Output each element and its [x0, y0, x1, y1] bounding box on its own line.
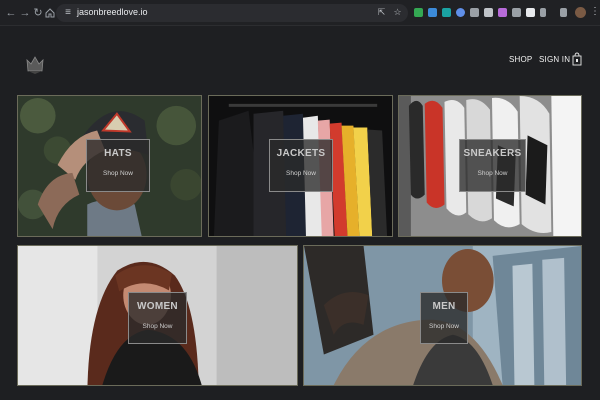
category-overlay: SNEAKERS Shop Now	[459, 139, 526, 192]
sidebar-icon[interactable]	[540, 8, 546, 17]
shop-now-link[interactable]: Shop Now	[129, 323, 186, 330]
nav-shop-link[interactable]: SHOP	[509, 55, 532, 64]
more-menu-icon[interactable]: ⋮	[590, 5, 600, 19]
shop-now-link[interactable]: Shop Now	[421, 323, 467, 330]
bookmark-star-icon[interactable]: ☆	[392, 7, 403, 18]
extension-icon[interactable]	[414, 8, 423, 17]
browser-toolbar: ← → ↻ ≡ jasonbreedlove.io ⇱ ☆ ⋮	[0, 0, 600, 26]
address-url[interactable]: jasonbreedlove.io	[77, 7, 148, 17]
extension-icon[interactable]	[498, 8, 507, 17]
category-title: JACKETS	[276, 148, 326, 159]
category-tile-jackets[interactable]: JACKETS Shop Now	[208, 95, 393, 237]
extension-icon[interactable]	[526, 8, 535, 17]
forward-icon[interactable]: →	[18, 6, 32, 20]
category-title: MEN	[432, 301, 456, 312]
shop-now-link[interactable]: Shop Now	[270, 170, 332, 177]
share-icon[interactable]: ⇱	[376, 7, 387, 18]
category-overlay: HATS Shop Now	[86, 139, 150, 192]
category-tile-women[interactable]: WOMEN Shop Now	[17, 245, 298, 386]
address-bar[interactable]: ≡ jasonbreedlove.io ⇱ ☆	[56, 4, 408, 22]
category-overlay: MEN Shop Now	[420, 292, 468, 344]
category-title: SNEAKERS	[463, 148, 522, 159]
back-icon[interactable]: ←	[4, 6, 18, 20]
extension-icon[interactable]	[428, 8, 437, 17]
category-title: WOMEN	[137, 301, 178, 312]
category-overlay: WOMEN Shop Now	[128, 292, 187, 344]
category-overlay: JACKETS Shop Now	[269, 139, 333, 192]
nav-sign-in-link[interactable]: SIGN IN	[539, 55, 570, 64]
extension-icon[interactable]	[456, 8, 465, 17]
category-tile-hats[interactable]: HATS Shop Now	[17, 95, 202, 237]
extension-icon[interactable]	[484, 8, 493, 17]
category-tile-men[interactable]: MEN Shop Now	[303, 245, 582, 386]
extension-icon[interactable]	[512, 8, 521, 17]
crown-logo-icon[interactable]	[25, 53, 45, 75]
category-title: HATS	[104, 148, 132, 159]
category-tile-sneakers[interactable]: SNEAKERS Shop Now	[398, 95, 582, 237]
extensions-puzzle-icon[interactable]	[560, 8, 567, 17]
shop-now-link[interactable]: Shop Now	[460, 170, 525, 177]
extension-icon[interactable]	[470, 8, 479, 17]
shopping-bag-icon[interactable]	[572, 52, 582, 66]
profile-avatar[interactable]	[575, 7, 586, 18]
extension-icon[interactable]	[442, 8, 451, 17]
home-icon[interactable]	[43, 6, 57, 20]
site-info-icon[interactable]: ≡	[62, 7, 74, 19]
shop-now-link[interactable]: Shop Now	[87, 170, 149, 177]
